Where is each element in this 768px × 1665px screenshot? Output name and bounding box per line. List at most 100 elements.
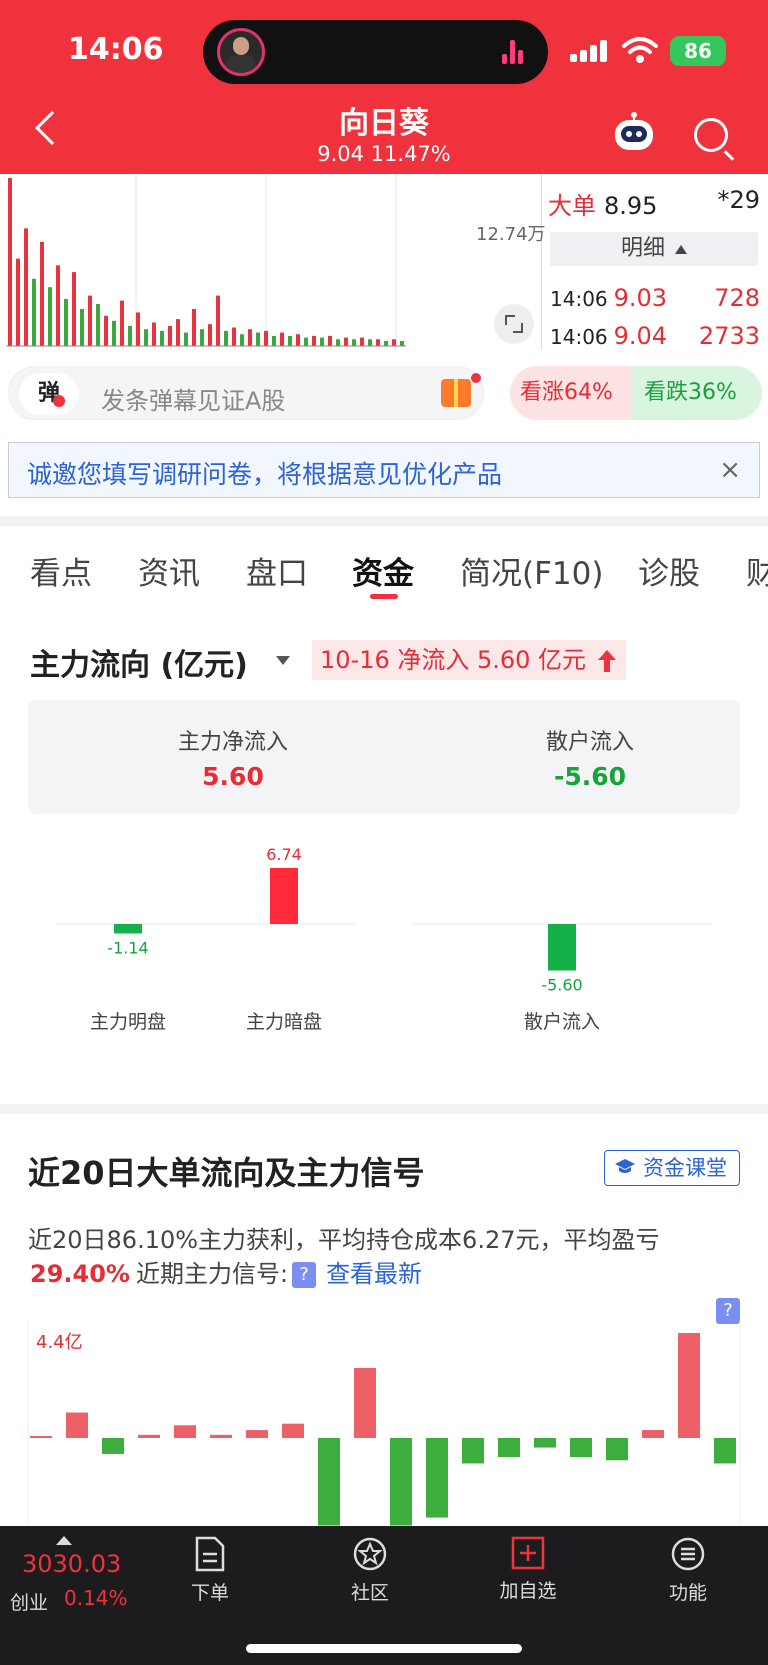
day-bar [534,1438,556,1448]
vote-up-button[interactable]: 看涨64% [510,366,636,420]
volume-bar [304,337,308,346]
tab-news[interactable]: 资讯 [138,548,200,593]
volume-bar [72,272,76,346]
main-inflow-label: 主力净流入 [177,730,288,755]
big-order-label: 大单 [548,192,596,220]
flow-bar [548,924,576,971]
graduation-cap-icon [615,1159,635,1173]
search-icon[interactable] [694,118,728,152]
day-bar [66,1412,88,1438]
volume-bar [104,315,108,346]
volume-bar [208,324,212,346]
twenty-day-bar-chart[interactable]: 4.4亿 [0,1320,768,1526]
flow-category-label: 主力明盘 [90,1011,166,1033]
nav-community[interactable]: 社区 [320,1536,420,1605]
tab-highlights[interactable]: 看点 [30,548,92,593]
triangle-up-icon [56,1536,72,1545]
index-name[interactable]: 创业 [10,1588,48,1615]
see-latest-link[interactable]: 查看最新 [326,1260,422,1288]
divider [0,1104,768,1114]
volume-bar [288,335,292,346]
flow-title[interactable]: 主力流向 (亿元) [30,640,248,684]
signal-label: 近期主力信号: [135,1260,289,1288]
volume-bar [112,320,116,346]
expand-icon[interactable] [494,304,534,344]
flow-bar [270,868,298,924]
flow-category-label: 散户流入 [524,1011,600,1033]
volume-bar [64,298,68,346]
status-time: 14:06 [68,32,164,67]
audio-bars-icon [502,40,528,64]
volume-bar [176,319,180,346]
tab-finance[interactable]: 财 [746,548,768,593]
volume-bar [360,337,364,346]
tab-capital[interactable]: 资金 [352,548,414,593]
close-icon[interactable]: × [719,455,741,485]
flow-summary-box: 主力净流入 5.60 散户流入 -5.60 [28,700,740,814]
danmu-toggle-icon[interactable]: 弹 [19,373,79,415]
day-bar [354,1368,376,1438]
gift-icon[interactable] [441,379,471,407]
survey-banner[interactable]: 诚邀您填写调研问卷，将根据意见优化产品 × [8,442,760,498]
nav-functions-label: 功能 [668,1582,707,1604]
day-bar [102,1438,124,1454]
y-max-label: 4.4亿 [36,1332,83,1353]
day-bar [426,1438,448,1518]
signal-description: 29.40% 近期主力信号:? 查看最新 [30,1254,422,1289]
index-value[interactable]: 3030.03 [22,1550,121,1578]
tick-volume: 728 [714,284,760,312]
tab-orderbook[interactable]: 盘口 [246,548,308,593]
nav-add-watchlist[interactable]: 加自选 [478,1536,578,1603]
volume-bar [320,337,324,346]
tab-diagnosis[interactable]: 诊股 [638,548,700,593]
course-button[interactable]: 资金课堂 [604,1150,740,1186]
section-title: 近20日大单流向及主力信号 [28,1154,425,1192]
volume-bar [392,339,396,346]
tick-time: 14:06 [550,287,608,311]
profit-description: 近20日86.10%主力获利，平均持仓成本6.27元，平均盈亏 [28,1226,660,1254]
vote-down-button[interactable]: 看跌36% [632,366,762,420]
tick-row: 14:06 9.04 2733 [550,322,762,350]
menu-circle-icon [671,1537,705,1571]
index-change[interactable]: 0.14% [64,1586,128,1610]
volume-bar [48,287,52,346]
home-indicator[interactable] [246,1644,522,1653]
retail-inflow-value: -5.60 [553,762,627,791]
volume-bar [384,340,388,346]
day-bar [390,1438,412,1526]
volume-bar [56,265,60,346]
chevron-down-icon[interactable] [276,656,290,665]
star-circle-icon [353,1537,387,1571]
volume-bar [136,312,140,346]
volume-bar [200,329,204,346]
volume-bar [344,337,348,346]
tab-f10[interactable]: 简况(F10) [460,548,603,593]
volume-bar [400,340,404,346]
nav-functions[interactable]: 功能 [638,1536,738,1605]
detail-button[interactable]: 明细 [550,232,758,266]
volume-bar [184,332,188,346]
wifi-icon [622,37,658,63]
volume-chart[interactable] [6,174,542,350]
volume-bar [296,334,300,346]
add-square-icon [511,1536,545,1570]
nav-community-label: 社区 [350,1582,389,1604]
day-bar [246,1430,268,1438]
volume-bar [192,309,196,346]
volume-bar [368,339,372,346]
robot-assistant-icon[interactable] [612,112,656,152]
day-bar [606,1438,628,1461]
nav-order[interactable]: 下单 [160,1536,260,1605]
tick-time: 14:06 [550,325,608,349]
dynamic-island[interactable] [203,20,548,84]
notification-dot [471,373,481,383]
question-icon[interactable]: ? [292,1262,317,1288]
day-bar [282,1423,304,1438]
danmu-input[interactable]: 弹 发条弹幕见证A股 [8,366,484,420]
volume-bar [272,335,276,346]
avatar [217,28,265,76]
volume-bar [312,335,316,346]
survey-text[interactable]: 诚邀您填写调研问卷，将根据意见优化产品 [27,455,502,491]
divider [0,516,768,526]
day-bar [642,1430,664,1438]
